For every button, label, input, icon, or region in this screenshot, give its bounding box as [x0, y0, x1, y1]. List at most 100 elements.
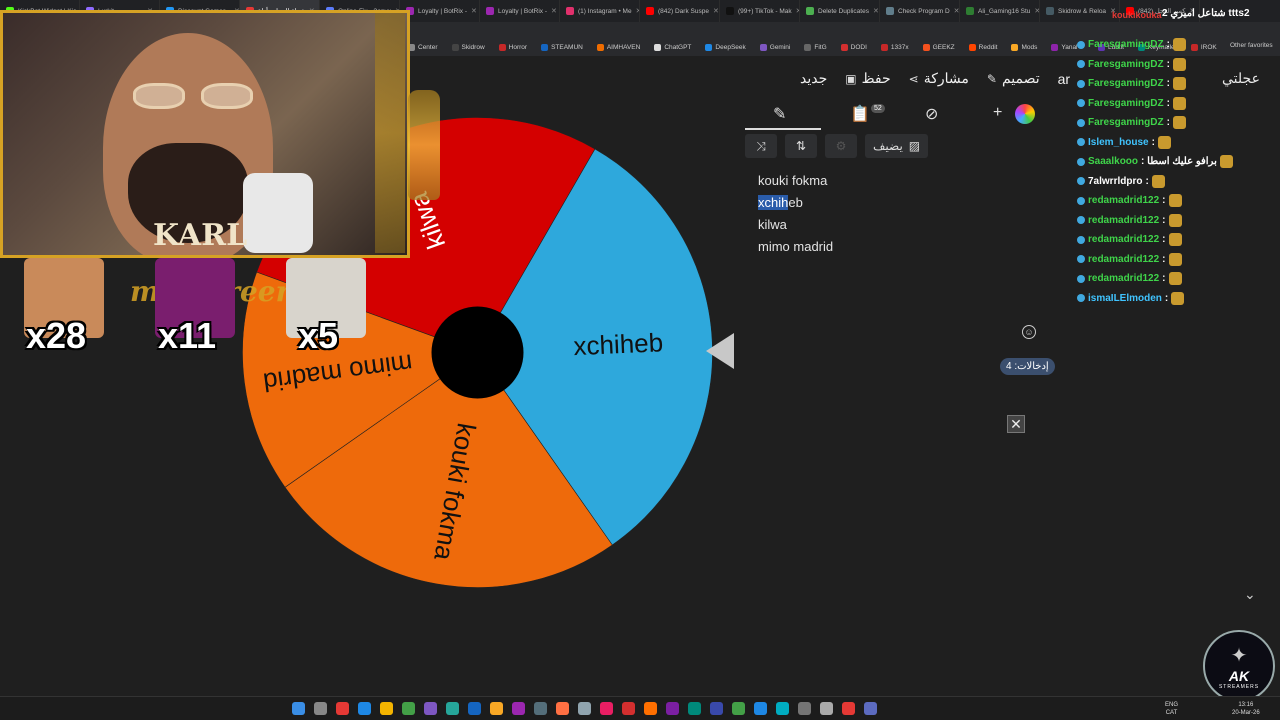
bookmark-label: ChatGPT	[664, 43, 692, 51]
tab-close-icon[interactable]: ✕	[551, 7, 557, 15]
browser-tab[interactable]: Loyalty | BotRix - ✕	[400, 0, 480, 22]
entry-item[interactable]: kouki fokma	[758, 170, 833, 192]
bookmark-item[interactable]: Gemini	[759, 43, 790, 51]
entries-list[interactable]: kouki fokma xchiheb kilwa mimo madrid	[758, 170, 833, 258]
other-favorites[interactable]: Other favorites	[1230, 42, 1273, 49]
bookmark-item[interactable]: 1337x	[880, 43, 909, 51]
taskbar-app-icon[interactable]	[622, 702, 635, 715]
clock[interactable]: 13:16 20-Mar-26	[1232, 701, 1260, 717]
entry-item-selected[interactable]: xchiheb	[758, 192, 833, 214]
entry-rest-text: eb	[788, 195, 803, 210]
taskbar-app-icon[interactable]	[644, 702, 657, 715]
save-button[interactable]: ▣ حفظ	[845, 70, 890, 87]
windows-taskbar: ENG CAT 13:16 20-Mar-26	[0, 696, 1280, 720]
emoji-button[interactable]: ☺	[1022, 325, 1036, 339]
taskbar-app-icon[interactable]	[380, 702, 393, 715]
shuffle-button[interactable]: ⤨	[745, 134, 777, 158]
browser-tab[interactable]: (1) Instagram • Me✕	[560, 0, 640, 22]
taskbar-app-icon[interactable]	[820, 702, 833, 715]
taskbar-app-icon[interactable]	[512, 702, 525, 715]
bookmark-item[interactable]: STEAMUN	[541, 43, 583, 51]
sort-button[interactable]: ⇅	[785, 134, 817, 158]
add-image-button[interactable]: يضيف ▨	[865, 134, 929, 158]
app-menu-bar: جديد ▣ حفظ ⋖ مشاركة ✎ تصميم ar	[800, 70, 1070, 87]
design-button[interactable]: ✎ تصميم	[987, 70, 1040, 87]
tab-close-icon[interactable]: ✕	[471, 7, 477, 15]
taskbar-app-icon[interactable]	[336, 702, 349, 715]
bookmark-item[interactable]: ChatGPT	[654, 43, 692, 51]
tab-close-icon[interactable]: ✕	[954, 7, 959, 15]
glasses	[133, 83, 253, 113]
save-icon: ▣	[845, 71, 857, 86]
bookmark-item[interactable]: AIMHAVEN	[596, 43, 641, 51]
browser-tab[interactable]: (842) Dark Suspe ✕	[640, 0, 720, 22]
color-wheel-icon[interactable]	[1015, 104, 1035, 124]
bookmark-item[interactable]: FitG	[804, 43, 827, 51]
taskbar-app-icon[interactable]	[710, 702, 723, 715]
browser-tab[interactable]: (99+) TikTok - Mak✕	[720, 0, 800, 22]
bookmark-item[interactable]: Mods	[1011, 43, 1037, 51]
taskbar-app-icon[interactable]	[556, 702, 569, 715]
emote-icon	[1151, 174, 1165, 188]
bookmark-item[interactable]: Center	[408, 43, 438, 51]
wheel-hub[interactable]	[431, 306, 524, 399]
taskbar-app-icon[interactable]	[424, 702, 437, 715]
taskbar-app-icon[interactable]	[490, 702, 503, 715]
taskbar-app-icon[interactable]	[864, 702, 877, 715]
new-button[interactable]: جديد	[800, 70, 827, 87]
bookmark-favicon-icon	[654, 43, 662, 51]
bookmark-item[interactable]: Skidrow	[451, 43, 485, 51]
chat-username: redamadrid122	[1088, 195, 1160, 206]
bookmark-item[interactable]: Horror	[498, 43, 527, 51]
taskbar-app-icon[interactable]	[446, 702, 459, 715]
browser-tab[interactable]: Ali_Gaming16 Stu ✕	[960, 0, 1040, 22]
pencil-icon[interactable]: ✎	[773, 104, 786, 124]
sticker-2-label: x11	[158, 315, 217, 356]
taskbar-app-icon[interactable]	[534, 702, 547, 715]
chat-username: FaresgamingDZ	[1088, 117, 1164, 128]
taskbar-app-icon[interactable]	[600, 702, 613, 715]
tab-close-icon[interactable]: ✕	[873, 7, 879, 15]
taskbar-app-icon[interactable]	[314, 702, 327, 715]
gear-icon: ⚙	[835, 139, 847, 153]
taskbar-app-icon[interactable]	[754, 702, 767, 715]
taskbar-app-icon[interactable]	[468, 702, 481, 715]
bookmark-label: AIMHAVEN	[606, 43, 641, 51]
browser-tab[interactable]: Delete Duplicates ✕	[800, 0, 880, 22]
taskbar-app-icon[interactable]	[666, 702, 679, 715]
close-icon[interactable]: ✕	[1007, 415, 1025, 433]
chat-message: Islem_house:	[1077, 135, 1171, 149]
tab-favicon-icon	[646, 7, 654, 15]
tab-favicon-icon	[966, 7, 974, 15]
share-button[interactable]: ⋖ مشاركة	[909, 70, 969, 87]
taskbar-app-icon[interactable]	[776, 702, 789, 715]
browser-tab[interactable]: Check Program D ✕	[880, 0, 960, 22]
plus-icon[interactable]: +	[993, 104, 1002, 122]
browser-tab[interactable]: Loyalty | BotRix - ✕	[480, 0, 560, 22]
taskbar-app-icon[interactable]	[358, 702, 371, 715]
settings-button[interactable]: ⚙	[825, 134, 857, 158]
taskbar-app-icon[interactable]	[402, 702, 415, 715]
taskbar-app-icon[interactable]	[842, 702, 855, 715]
bookmark-item[interactable]: DeepSeek	[705, 43, 746, 51]
entry-item[interactable]: kilwa	[758, 214, 833, 236]
chat-username: 7alwrrldpro	[1088, 175, 1143, 187]
chat-message: FaresgamingDZ:	[1077, 77, 1186, 90]
taskbar-app-icon[interactable]	[578, 702, 591, 715]
bookmark-item[interactable]: GEEKZ	[922, 43, 955, 51]
start-icon[interactable]	[292, 702, 305, 715]
bookmark-item[interactable]: DODI	[840, 43, 867, 51]
chat-message: redamadrid122:	[1077, 194, 1182, 207]
entry-item[interactable]: mimo madrid	[758, 236, 833, 258]
tab-close-icon[interactable]: ✕	[713, 7, 719, 15]
bookmark-item[interactable]: Reddit	[968, 43, 997, 51]
tab-favicon-icon	[486, 7, 494, 15]
clipboard-icon[interactable]: 📋	[850, 104, 870, 124]
taskbar-app-icon[interactable]	[798, 702, 811, 715]
language-indicator[interactable]: ENG CAT	[1165, 701, 1178, 717]
taskbar-app-icon[interactable]	[688, 702, 701, 715]
chevron-down-icon[interactable]: ⌄	[1244, 586, 1256, 603]
taskbar-app-icon[interactable]	[732, 702, 745, 715]
eye-off-icon[interactable]: ⊘	[925, 104, 938, 124]
bookmark-label: Center	[418, 43, 438, 51]
